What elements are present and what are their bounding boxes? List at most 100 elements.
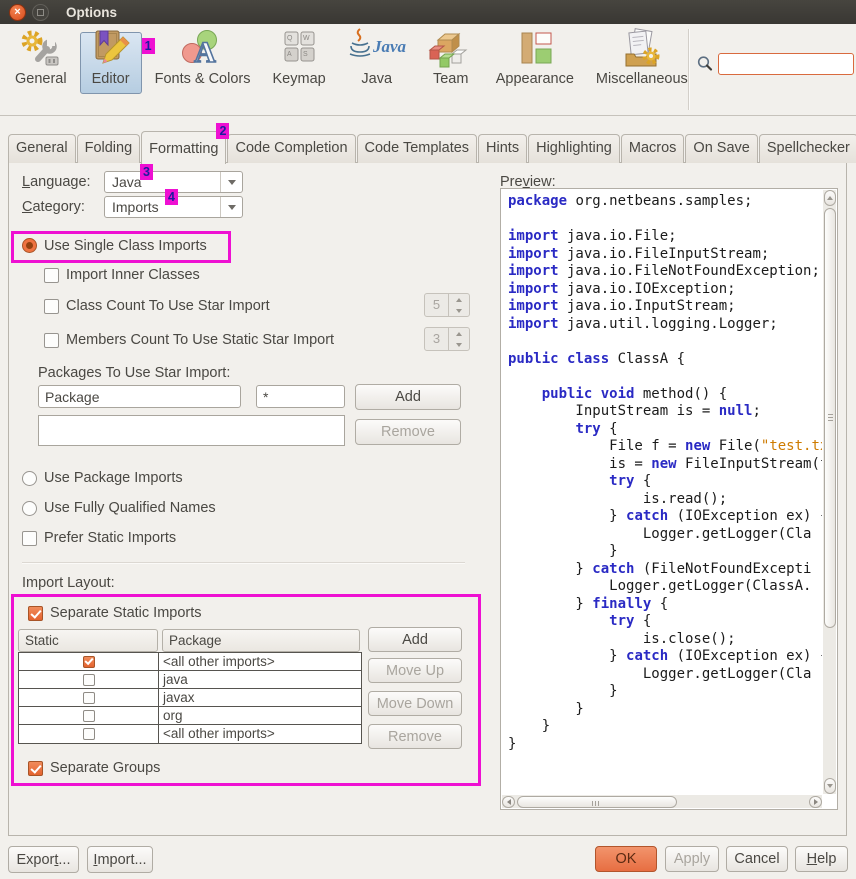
remove-layout-button: Remove <box>368 724 462 749</box>
static-checkbox[interactable] <box>83 692 95 704</box>
search-icon[interactable] <box>696 55 714 73</box>
toolbar-item-label: Keymap <box>273 71 326 87</box>
checkbox-class-count-star-import[interactable] <box>44 299 59 314</box>
checkbox-prefer-static-imports-label: Prefer Static Imports <box>44 530 176 546</box>
move-up-button: Move Up <box>368 658 462 683</box>
toolbar-item-java[interactable]: Java Java <box>339 32 415 94</box>
tab-code-templates[interactable]: Code Templates <box>357 134 478 163</box>
package-input[interactable] <box>38 385 241 408</box>
checkbox-separate-groups-label: Separate Groups <box>50 760 160 776</box>
general-icon <box>18 28 64 70</box>
category-label: Category: <box>22 199 85 215</box>
scroll-down-icon[interactable] <box>824 778 836 794</box>
combobox-arrow-icon[interactable] <box>220 172 242 192</box>
toolbar-item-fonts-colors[interactable]: AFonts & Colors <box>146 32 260 94</box>
tab-code-completion[interactable]: Code Completion <box>227 134 355 163</box>
checkbox-separate-groups[interactable] <box>28 761 43 776</box>
radio-use-single-class-imports[interactable] <box>22 238 37 253</box>
add-layout-button[interactable]: Add <box>368 627 462 652</box>
miscellaneous-icon <box>618 28 666 70</box>
table-row[interactable]: javax <box>19 689 361 707</box>
preview-code: package org.netbeans.samples; import jav… <box>502 190 822 794</box>
vertical-scroll-thumb[interactable] <box>824 208 836 628</box>
static-checkbox[interactable] <box>83 728 95 740</box>
scroll-right-icon[interactable] <box>809 796 822 808</box>
toolbar-item-label: Appearance <box>496 71 574 87</box>
toolbar-item-editor[interactable]: Editor1 <box>80 32 142 94</box>
static-checkbox[interactable] <box>83 656 95 668</box>
tab-on-save[interactable]: On Save <box>685 134 757 163</box>
vertical-scrollbar[interactable] <box>823 190 836 794</box>
table-header-package[interactable]: Package <box>162 629 360 652</box>
checkbox-separate-static-imports[interactable] <box>28 606 43 621</box>
cancel-button[interactable]: Cancel <box>726 846 788 872</box>
packages-star-import-label: Packages To Use Star Import: <box>38 365 230 381</box>
radio-use-package-imports[interactable] <box>22 471 37 486</box>
maximize-button[interactable] <box>32 4 49 21</box>
remove-package-button: Remove <box>355 419 461 445</box>
radio-use-fully-qualified-names[interactable] <box>22 501 37 516</box>
svg-text:Q: Q <box>287 35 293 42</box>
star-input[interactable] <box>256 385 345 408</box>
static-cell <box>19 671 159 688</box>
table-row[interactable]: org <box>19 707 361 725</box>
spinner-down-icon <box>449 339 469 350</box>
toolbar-item-appearance[interactable]: Appearance <box>487 32 583 94</box>
scroll-left-icon[interactable] <box>502 796 515 808</box>
tab-formatting[interactable]: Formatting2 <box>141 131 226 164</box>
tab-macros[interactable]: Macros <box>621 134 685 163</box>
toolbar-separator <box>688 29 690 110</box>
checkbox-import-inner-classes[interactable] <box>44 268 59 283</box>
toolbar-item-keymap[interactable]: QWASKeymap <box>264 32 335 94</box>
appearance-icon <box>513 28 557 70</box>
scroll-up-icon[interactable] <box>824 190 836 206</box>
toolbar-item-label: Java <box>361 71 392 87</box>
spinner-up-icon <box>449 328 469 339</box>
table-row[interactable]: java <box>19 671 361 689</box>
checkbox-separate-static-imports-label: Separate Static Imports <box>50 605 202 621</box>
static-checkbox[interactable] <box>83 710 95 722</box>
tab-spellchecker[interactable]: Spellchecker <box>759 134 856 163</box>
toolbar-item-miscellaneous[interactable]: Miscellaneous <box>587 32 697 94</box>
add-package-button[interactable]: Add <box>355 384 461 410</box>
table-row[interactable]: <all other imports> <box>19 653 361 671</box>
annotation-marker-4: 4 <box>165 189 178 205</box>
tab-folding[interactable]: Folding <box>77 134 141 163</box>
toolbar-item-label: Editor <box>92 71 130 87</box>
table-row[interactable]: <all other imports> <box>19 725 361 743</box>
checkbox-members-count-static-star[interactable] <box>44 333 59 348</box>
svg-text:S: S <box>303 51 308 58</box>
class-count-value: 5 <box>425 294 448 316</box>
toolbar-item-label: General <box>15 71 67 87</box>
toolbar-item-team[interactable]: Team <box>419 32 483 94</box>
titlebar: × Options <box>0 0 856 24</box>
class-count-spinner: 5 <box>424 293 470 317</box>
ok-button[interactable]: OK <box>595 846 657 872</box>
combobox-arrow-icon[interactable] <box>220 197 242 217</box>
import-button[interactable]: Import... <box>87 846 153 873</box>
horizontal-scrollbar[interactable] <box>502 795 822 808</box>
svg-text:Java: Java <box>372 37 406 56</box>
svg-text:A: A <box>194 36 216 69</box>
static-cell <box>19 707 159 724</box>
preview-code-panel: package org.netbeans.samples; import jav… <box>500 188 838 810</box>
table-header-static[interactable]: Static <box>18 629 158 652</box>
search-input[interactable] <box>718 53 854 75</box>
tab-hints[interactable]: Hints <box>478 134 527 163</box>
package-list[interactable] <box>38 415 345 446</box>
members-count-value: 3 <box>425 328 448 350</box>
checkbox-prefer-static-imports[interactable] <box>22 531 37 546</box>
help-button[interactable]: Help <box>795 846 848 872</box>
static-checkbox[interactable] <box>83 674 95 686</box>
tab-general[interactable]: General <box>8 134 76 163</box>
import-layout-table-body: <all other imports>javajavaxorg<all othe… <box>18 652 362 744</box>
toolbar-item-label: Miscellaneous <box>596 71 688 87</box>
members-count-spinner: 3 <box>424 327 470 351</box>
close-button[interactable]: × <box>9 4 26 21</box>
horizontal-scroll-thumb[interactable] <box>517 796 677 808</box>
export-button[interactable]: Export... <box>8 846 79 873</box>
tab-highlighting[interactable]: Highlighting <box>528 134 620 163</box>
package-cell: <all other imports> <box>159 725 361 743</box>
toolbar-item-general[interactable]: General <box>6 32 76 94</box>
import-layout-label: Import Layout: <box>22 575 115 591</box>
